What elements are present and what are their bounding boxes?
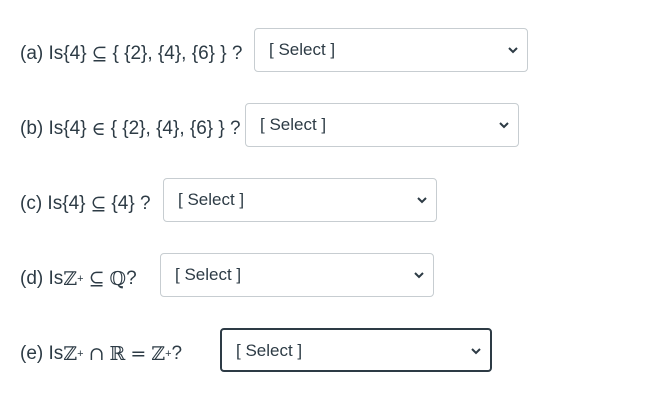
question-a-relation: ⊆ [91, 43, 108, 65]
question-c-relation: ⊆ [90, 193, 107, 215]
question-a: (a) Is {4} ⊆ { {2}, {4}, {6} } ? [20, 30, 242, 78]
question-b-rhs: { {2}, {4}, {6} } ? [110, 118, 241, 139]
question-d-suffix: ? [126, 268, 137, 289]
answer-select-a-value: [ Select ] [269, 40, 336, 59]
question-e-text: (e) Is ℤ + ∩ ℝ = ℤ + ? [20, 343, 183, 365]
question-a-rhs: { {2}, {4}, {6} } ? [112, 43, 243, 64]
question-e-intersection: ∩ [88, 343, 105, 365]
answer-select-e-value: [ Select ] [236, 341, 303, 360]
chevron-down-icon [471, 348, 481, 355]
answer-select-c-value: [ Select ] [178, 190, 245, 209]
answer-select-c[interactable]: [ Select ] [163, 178, 437, 222]
question-d-rhs-symbol: ℚ [109, 268, 127, 290]
chevron-down-icon [499, 122, 509, 129]
chevron-down-icon [414, 272, 424, 279]
question-d-prefix: (d) Is [20, 268, 64, 289]
question-b-relation: ∈ [91, 118, 106, 140]
question-c-rhs: {4} ? [111, 193, 151, 214]
question-b-prefix: (b) Is [20, 118, 64, 139]
question-d: (d) Is ℤ + ⊆ ℚ ? [20, 255, 137, 303]
answer-select-d[interactable]: [ Select ] [160, 253, 434, 297]
question-d-lhs-symbol: ℤ [63, 268, 78, 290]
question-b-lhs: {4} [63, 118, 87, 139]
answer-select-b[interactable]: [ Select ] [245, 103, 519, 147]
question-e-suffix: ? [171, 343, 183, 364]
question-d-text: (d) Is ℤ + ⊆ ℚ ? [20, 268, 137, 290]
question-e: (e) Is ℤ + ∩ ℝ = ℤ + ? [20, 330, 182, 378]
question-b: (b) Is {4} ∈ { {2}, {4}, {6} } ? [20, 105, 241, 153]
question-a-prefix: (a) Is [20, 43, 64, 64]
answer-select-b-value: [ Select ] [260, 115, 327, 134]
question-c-prefix: (c) Is [20, 193, 63, 214]
question-c-text: (c) Is {4} ⊆ {4} ? [20, 193, 151, 215]
chevron-down-icon [417, 197, 427, 204]
question-e-prefix: (e) Is [20, 343, 64, 364]
question-a-lhs: {4} [63, 43, 87, 64]
answer-select-e[interactable]: [ Select ] [220, 328, 492, 372]
question-e-mid-symbol: ℝ [109, 343, 126, 365]
question-b-text: (b) Is {4} ∈ { {2}, {4}, {6} } ? [20, 118, 241, 140]
question-e-equals: = [130, 343, 147, 365]
question-e-lhs-symbol: ℤ [63, 343, 78, 365]
question-c: (c) Is {4} ⊆ {4} ? [20, 180, 151, 228]
question-a-text: (a) Is {4} ⊆ { {2}, {4}, {6} } ? [20, 43, 242, 65]
question-d-relation: ⊆ [88, 268, 105, 290]
answer-select-a[interactable]: [ Select ] [254, 28, 528, 72]
answer-select-d-value: [ Select ] [175, 265, 242, 284]
question-e-rhs-symbol: ℤ [151, 343, 166, 365]
question-c-lhs: {4} [62, 193, 86, 214]
chevron-down-icon [508, 47, 518, 54]
